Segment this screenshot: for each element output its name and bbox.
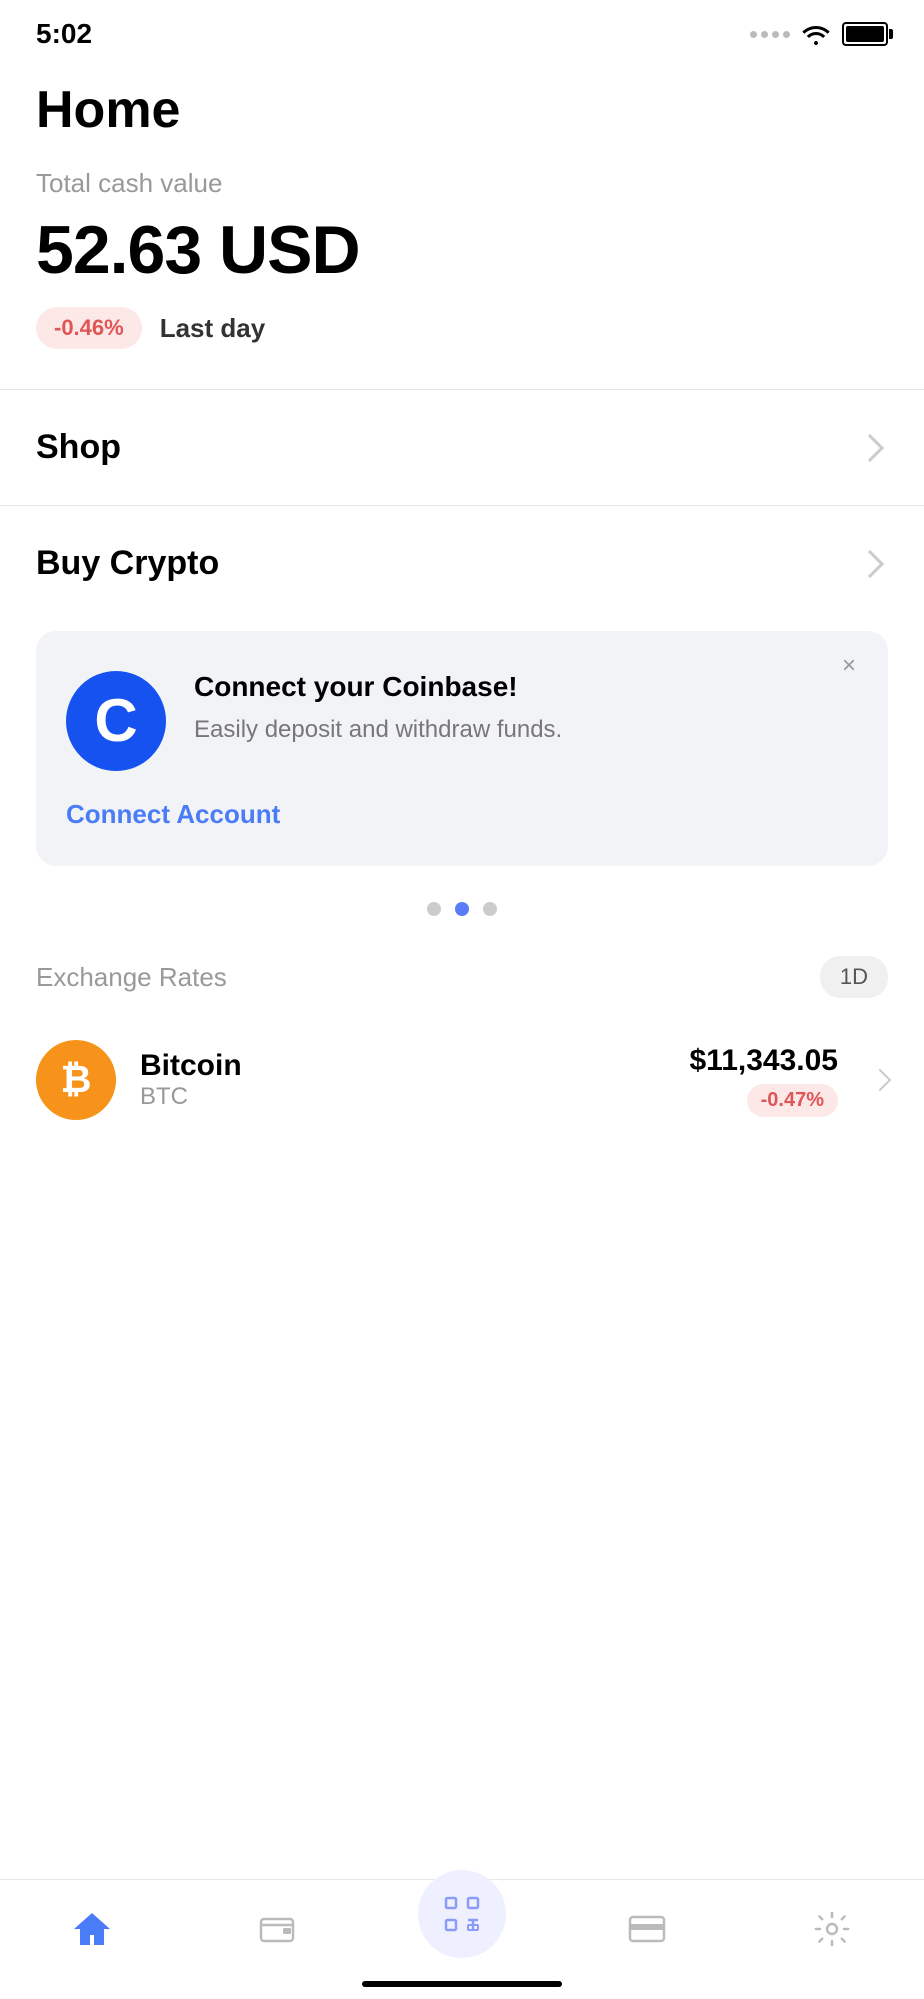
bitcoin-change: -0.47%: [747, 1084, 838, 1117]
period-badge[interactable]: 1D: [820, 956, 888, 998]
coinbase-card: × C Connect your Coinbase! Easily deposi…: [36, 631, 888, 866]
buy-crypto-chevron-icon: [856, 549, 884, 577]
shop-nav-item[interactable]: Shop: [36, 390, 888, 505]
bitcoin-name: Bitcoin: [140, 1049, 666, 1083]
buy-crypto-label: Buy Crypto: [36, 544, 219, 583]
portfolio-value: 52.63 USD: [36, 211, 888, 289]
battery-icon: [842, 22, 888, 46]
tab-cards[interactable]: [607, 1907, 687, 1951]
carousel-dots: [36, 902, 888, 916]
portfolio-change-row: -0.46% Last day: [36, 307, 888, 349]
tab-scan[interactable]: [422, 1900, 502, 1958]
card-title: Connect your Coinbase!: [194, 671, 858, 703]
exchange-rates-title: Exchange Rates: [36, 962, 227, 993]
gear-icon: [810, 1907, 854, 1951]
wallet-icon: [255, 1907, 299, 1951]
card-icon: [625, 1907, 669, 1951]
card-action: Connect Account: [66, 799, 858, 830]
dot-3[interactable]: [483, 902, 497, 916]
card-body: C Connect your Coinbase! Easily deposit …: [66, 671, 858, 771]
bitcoin-info: Bitcoin BTC: [140, 1049, 666, 1111]
wifi-icon: [802, 23, 830, 45]
change-badge: -0.46%: [36, 307, 142, 349]
bitcoin-price-block: $11,343.05 -0.47%: [690, 1044, 839, 1117]
tab-settings[interactable]: [792, 1907, 872, 1951]
shop-chevron-icon: [856, 433, 884, 461]
signal-icon: [750, 31, 790, 38]
coinbase-logo-letter: C: [94, 691, 137, 751]
home-indicator: [362, 1981, 562, 1987]
dot-2[interactable]: [455, 902, 469, 916]
coinbase-logo: C: [66, 671, 166, 771]
bitcoin-icon-text: ₿: [61, 1059, 92, 1102]
status-icons: [750, 22, 888, 46]
bitcoin-symbol: BTC: [140, 1083, 666, 1111]
portfolio-label: Total cash value: [36, 168, 888, 199]
dot-1[interactable]: [427, 902, 441, 916]
tab-home[interactable]: [52, 1907, 132, 1951]
home-icon: [70, 1907, 114, 1951]
buy-crypto-nav-item[interactable]: Buy Crypto: [36, 506, 888, 621]
card-text: Connect your Coinbase! Easily deposit an…: [194, 671, 858, 747]
bitcoin-row[interactable]: ₿ Bitcoin BTC $11,343.05 -0.47%: [36, 1026, 888, 1134]
scan-button[interactable]: [418, 1870, 506, 1958]
shop-label: Shop: [36, 428, 121, 467]
status-bar: 5:02: [0, 0, 924, 60]
change-period: Last day: [160, 313, 266, 344]
card-close-button[interactable]: ×: [834, 651, 864, 681]
tab-wallet[interactable]: [237, 1907, 317, 1951]
card-subtitle: Easily deposit and withdraw funds.: [194, 713, 858, 747]
main-content: Home Total cash value 52.63 USD -0.46% L…: [0, 60, 924, 1134]
exchange-rates-header: Exchange Rates 1D: [36, 956, 888, 998]
bitcoin-price: $11,343.05: [690, 1044, 839, 1078]
status-time: 5:02: [36, 18, 92, 50]
scan-icon: [440, 1892, 484, 1936]
bitcoin-chevron-icon: [869, 1069, 892, 1092]
page-title: Home: [36, 80, 888, 140]
bitcoin-icon: ₿: [36, 1040, 116, 1120]
connect-account-link[interactable]: Connect Account: [66, 799, 280, 829]
